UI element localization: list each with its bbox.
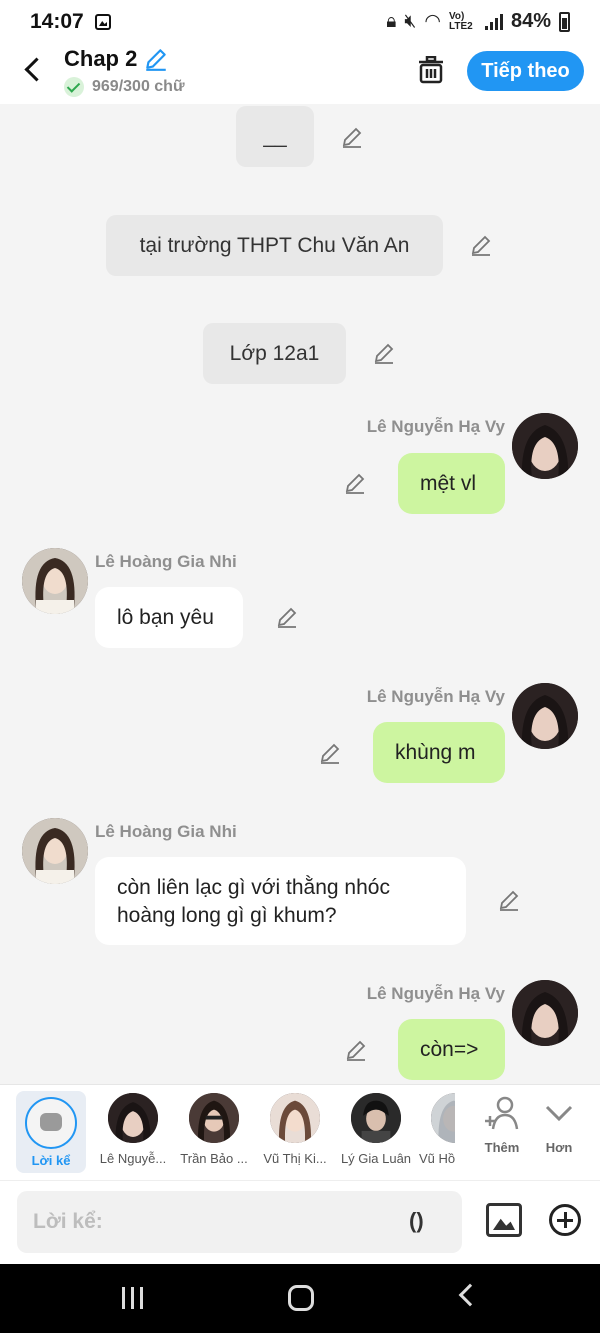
character-avatar <box>351 1093 401 1143</box>
avatar[interactable] <box>512 413 578 479</box>
narration-bubble[interactable]: __ <box>236 106 314 167</box>
battery-icon <box>559 11 570 32</box>
next-button[interactable]: Tiếp theo <box>467 51 584 91</box>
trash-icon[interactable] <box>418 56 444 84</box>
sender-name: Lê Hoàng Gia Nhi <box>95 552 237 571</box>
avatar[interactable] <box>22 548 88 614</box>
add-character-button[interactable]: Thêm <box>476 1095 528 1155</box>
narration-bubble[interactable]: Lớp 12a1 <box>203 323 346 384</box>
word-count: 969/300 chữ <box>64 77 185 97</box>
chevron-down-icon <box>545 1105 573 1122</box>
add-person-icon <box>485 1096 519 1130</box>
character-item[interactable]: Vũ Hồ <box>419 1093 455 1166</box>
avatar[interactable] <box>22 818 88 884</box>
character-avatar <box>108 1093 158 1143</box>
message-bubble[interactable]: còn liên lạc gì với thằng nhóc hoàng lon… <box>95 857 466 945</box>
character-item[interactable]: Lý Gia Luân <box>338 1093 414 1166</box>
home-icon[interactable] <box>288 1285 314 1311</box>
narration-bubble[interactable]: tại trường THPT Chu Văn An <box>106 215 443 276</box>
avatar[interactable] <box>512 980 578 1046</box>
parenthesis-button[interactable]: () <box>409 1208 424 1234</box>
message-bubble[interactable]: lô bạn yêu <box>95 587 243 648</box>
add-label: Thêm <box>484 1140 520 1155</box>
message-input[interactable] <box>17 1191 462 1253</box>
check-icon <box>64 77 84 97</box>
network-type: Vo) LTE2 <box>448 10 473 32</box>
edit-pencil-icon[interactable] <box>318 741 342 765</box>
lock-icon: 🔒︎ <box>386 10 397 32</box>
sender-name: Lê Nguyễn Hạ Vy <box>366 417 505 436</box>
edit-pencil-icon[interactable] <box>344 1038 368 1062</box>
message-bubble[interactable]: mệt vl <box>398 453 505 514</box>
image-icon[interactable] <box>486 1203 522 1237</box>
character-name: Vũ Thị Ki... <box>263 1151 327 1166</box>
edit-pencil-icon[interactable] <box>340 125 364 149</box>
system-nav-bar <box>0 1264 600 1333</box>
avatar[interactable] <box>512 683 578 749</box>
message-bubble[interactable]: còn=> <box>398 1019 505 1080</box>
system-back-icon[interactable] <box>458 1283 482 1307</box>
sender-name: Lê Nguyễn Hạ Vy <box>366 687 505 706</box>
character-name: Trần Bảo ... <box>180 1151 248 1166</box>
more-label: Hơn <box>545 1140 573 1155</box>
character-avatar <box>431 1093 455 1143</box>
character-item[interactable]: Lê Nguyễ... <box>95 1093 171 1166</box>
sender-name: Lê Nguyễn Hạ Vy <box>366 984 505 1003</box>
narrator-label: Lời kể <box>31 1153 71 1168</box>
character-avatar <box>189 1093 239 1143</box>
edit-title-icon[interactable] <box>143 46 169 72</box>
status-icons: 🔒︎ 🔇︎ ◠ Vo) LTE2 84% <box>386 10 570 33</box>
character-item[interactable]: Trần Bảo ... <box>176 1093 252 1166</box>
edit-pencil-icon[interactable] <box>469 233 493 257</box>
character-selector: Lời kể Lê Nguyễ... Trần Bảo ... Vũ Thị K… <box>0 1084 600 1180</box>
edit-pencil-icon[interactable] <box>343 471 367 495</box>
more-button[interactable]: Hơn <box>533 1095 585 1155</box>
edit-pencil-icon[interactable] <box>275 605 299 629</box>
message-bubble[interactable]: khùng m <box>373 722 505 783</box>
gallery-notification-icon <box>95 14 111 30</box>
add-circle-icon[interactable] <box>549 1204 581 1236</box>
character-name: Vũ Hồ <box>419 1151 455 1166</box>
word-count-text: 969/300 chữ <box>92 78 185 95</box>
chat-area[interactable]: __ tại trường THPT Chu Văn An Lớp 12a1 L… <box>0 104 600 1084</box>
signal-icon <box>484 13 503 30</box>
status-bar: 14:07 🔒︎ 🔇︎ ◠ Vo) LTE2 84% <box>0 0 600 44</box>
editor-header: Chap 2 969/300 chữ Tiếp theo <box>0 44 600 104</box>
input-bar: () <box>0 1180 600 1264</box>
edit-pencil-icon[interactable] <box>372 341 396 365</box>
recent-apps-icon[interactable] <box>122 1287 146 1309</box>
character-item[interactable]: Vũ Thị Ki... <box>257 1093 333 1166</box>
battery-percent: 84% <box>510 10 551 32</box>
narrator-tab[interactable]: Lời kể <box>16 1091 86 1173</box>
mute-icon: 🔇︎ <box>404 10 417 32</box>
wifi-icon: ◠ <box>424 11 441 32</box>
character-name: Lý Gia Luân <box>340 1151 412 1166</box>
chapter-title: Chap 2 <box>64 46 138 71</box>
status-time: 14:07 <box>30 10 84 33</box>
edit-pencil-icon[interactable] <box>497 888 521 912</box>
character-name: Lê Nguyễ... <box>99 1151 167 1166</box>
sender-name: Lê Hoàng Gia Nhi <box>95 822 237 841</box>
narrator-icon <box>25 1097 77 1149</box>
character-avatar <box>270 1093 320 1143</box>
